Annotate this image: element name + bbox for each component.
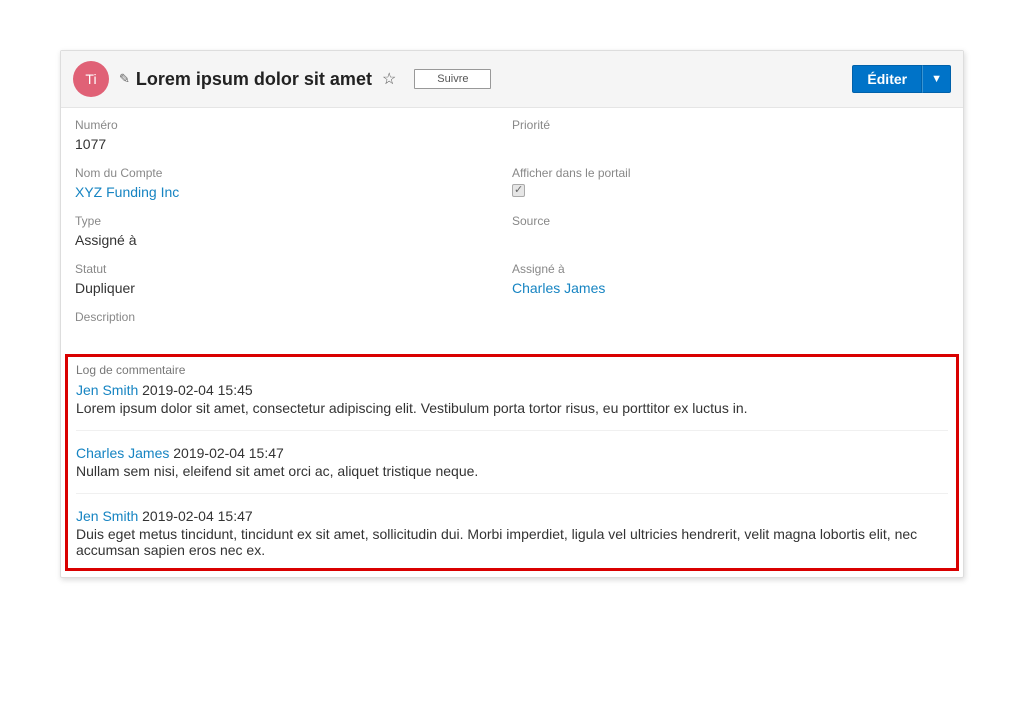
caret-down-icon: ▼ — [931, 73, 942, 85]
comment-author-link[interactable]: Jen Smith — [76, 382, 138, 398]
comment-list: Jen Smith 2019-02-04 15:45 Lorem ipsum do… — [76, 380, 948, 558]
comment-text: Duis eget metus tincidunt, tincidunt ex … — [76, 526, 948, 558]
edit-dropdown-button[interactable]: ▼ — [922, 65, 951, 93]
field-label-priorite: Priorité — [512, 118, 949, 132]
record-header: Ti ✎ Lorem ipsum dolor sit amet ☆ Suivre… — [61, 51, 963, 108]
avatar: Ti — [73, 61, 109, 97]
edit-button-group: Éditer ▼ — [852, 65, 951, 93]
comment-log-panel: Log de commentaire Jen Smith 2019-02-04 … — [65, 354, 959, 571]
comment-author-link[interactable]: Jen Smith — [76, 508, 138, 524]
edit-button[interactable]: Éditer — [852, 65, 922, 93]
field-label-numero: Numéro — [75, 118, 512, 132]
comment-item: Jen Smith 2019-02-04 15:45 Lorem ipsum do… — [76, 380, 948, 431]
comment-item: Charles James 2019-02-04 15:47 Nullam sem… — [76, 443, 948, 494]
follow-button[interactable]: Suivre — [414, 69, 491, 89]
record-body: Numéro 1077 Priorité Nom du Compte XYZ F… — [61, 108, 963, 350]
record-card: Ti ✎ Lorem ipsum dolor sit amet ☆ Suivre… — [60, 50, 964, 578]
field-label-description: Description — [75, 310, 512, 324]
field-label-source: Source — [512, 214, 949, 228]
comment-timestamp: 2019-02-04 15:47 — [142, 508, 253, 524]
comment-item: Jen Smith 2019-02-04 15:47 Duis eget metu… — [76, 506, 948, 558]
comment-timestamp: 2019-02-04 15:45 — [142, 382, 253, 398]
field-value-type: Assigné à — [75, 232, 512, 248]
comment-log-title: Log de commentaire — [76, 363, 948, 377]
field-value-numero: 1077 — [75, 136, 512, 152]
comment-author-link[interactable]: Charles James — [76, 445, 169, 461]
field-label-account: Nom du Compte — [75, 166, 512, 180]
field-label-statut: Statut — [75, 262, 512, 276]
account-link[interactable]: XYZ Funding Inc — [75, 184, 512, 200]
portal-checkbox[interactable] — [512, 184, 525, 197]
comment-text: Lorem ipsum dolor sit amet, consectetur … — [76, 400, 948, 416]
comment-text: Nullam sem nisi, eleifend sit amet orci … — [76, 463, 948, 479]
record-title: Lorem ipsum dolor sit amet — [136, 69, 372, 90]
field-label-type: Type — [75, 214, 512, 228]
field-label-assigne: Assigné à — [512, 262, 949, 276]
field-label-portal: Afficher dans le portail — [512, 166, 949, 180]
star-icon[interactable]: ☆ — [382, 69, 396, 89]
assigned-user-link[interactable]: Charles James — [512, 280, 949, 296]
comment-timestamp: 2019-02-04 15:47 — [173, 445, 284, 461]
field-value-statut: Dupliquer — [75, 280, 512, 296]
edit-title-icon[interactable]: ✎ — [119, 71, 130, 87]
